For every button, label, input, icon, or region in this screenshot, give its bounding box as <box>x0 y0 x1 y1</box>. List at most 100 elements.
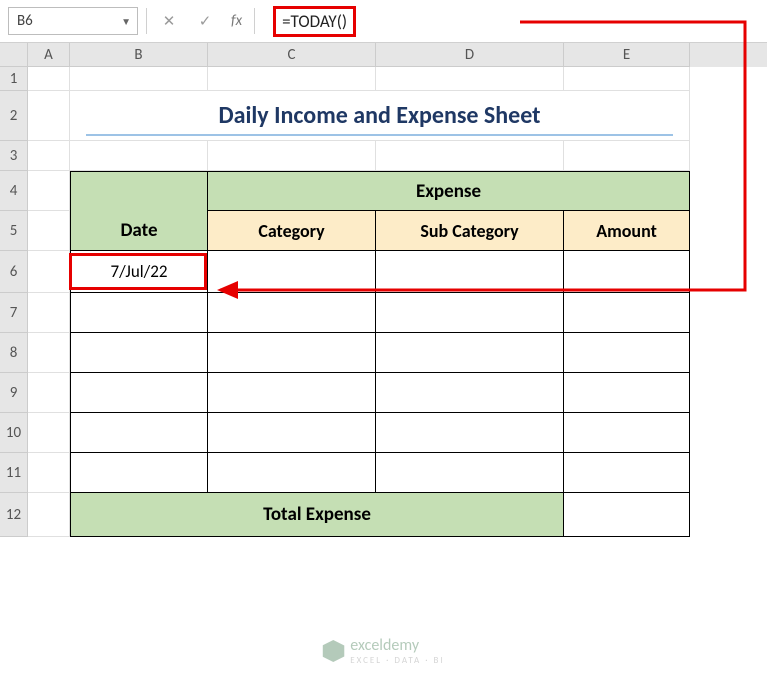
confirm-icon[interactable]: ✓ <box>191 8 219 34</box>
cell-C8[interactable] <box>208 333 376 373</box>
table-row: 1 <box>0 67 767 91</box>
cell-D11[interactable] <box>376 453 564 493</box>
cell-E12-total[interactable] <box>564 493 690 537</box>
cell-B10[interactable] <box>70 413 208 453</box>
table-row: 7 <box>0 293 767 333</box>
row-header-2[interactable]: 2 <box>0 91 28 141</box>
cell-B1[interactable] <box>70 67 208 91</box>
cell-C11[interactable] <box>208 453 376 493</box>
watermark-icon <box>322 640 344 662</box>
cell-E8[interactable] <box>564 333 690 373</box>
cell-A11[interactable] <box>28 453 70 493</box>
row-header-9[interactable]: 9 <box>0 373 28 413</box>
cell-E10[interactable] <box>564 413 690 453</box>
fx-label[interactable]: fx <box>227 12 246 30</box>
table-row: 3 <box>0 141 767 171</box>
col-header-A[interactable]: A <box>28 43 70 67</box>
cell-E9[interactable] <box>564 373 690 413</box>
cell-A12[interactable] <box>28 493 70 537</box>
row-header-8[interactable]: 8 <box>0 333 28 373</box>
header-amount[interactable]: Amount <box>564 211 690 251</box>
cell-E6[interactable] <box>564 251 690 293</box>
cell-A4[interactable] <box>28 171 70 211</box>
cell-D3[interactable] <box>376 141 564 171</box>
cell-B8[interactable] <box>70 333 208 373</box>
cell-C9[interactable] <box>208 373 376 413</box>
cell-B9[interactable] <box>70 373 208 413</box>
header-sub-category[interactable]: Sub Category <box>376 211 564 251</box>
header-amount-text: Amount <box>596 220 657 242</box>
cell-A8[interactable] <box>28 333 70 373</box>
watermark-brand: exceldemy <box>350 636 444 655</box>
cell-B7[interactable] <box>70 293 208 333</box>
cell-B3[interactable] <box>70 141 208 171</box>
table-row: 11 <box>0 453 767 493</box>
cell-D8[interactable] <box>376 333 564 373</box>
cell-D9[interactable] <box>376 373 564 413</box>
cell-C10[interactable] <box>208 413 376 453</box>
formula-input[interactable]: =TODAY() <box>263 6 366 36</box>
select-all-corner[interactable] <box>0 43 28 67</box>
name-box[interactable]: B6 ▼ <box>8 7 138 35</box>
col-header-E[interactable]: E <box>564 43 690 67</box>
header-expense[interactable]: Expense <box>208 171 690 211</box>
table-row: 8 <box>0 333 767 373</box>
header-date[interactable]: Date <box>70 211 208 251</box>
header-sub-category-text: Sub Category <box>420 220 518 242</box>
table-row: 6 7/Jul/22 <box>0 251 767 293</box>
header-category-text: Category <box>258 220 324 242</box>
table-row: 12 Total Expense <box>0 493 767 537</box>
cell-D6[interactable] <box>376 251 564 293</box>
dropdown-icon[interactable]: ▼ <box>121 15 131 28</box>
cell-A3[interactable] <box>28 141 70 171</box>
cell-C3[interactable] <box>208 141 376 171</box>
cell-E7[interactable] <box>564 293 690 333</box>
sheet-title[interactable]: Daily Income and Expense Sheet <box>70 91 690 141</box>
table-row: 9 <box>0 373 767 413</box>
cell-C1[interactable] <box>208 67 376 91</box>
col-header-D[interactable]: D <box>376 43 564 67</box>
cell-A7[interactable] <box>28 293 70 333</box>
title-underline <box>86 134 673 136</box>
row-header-5[interactable]: 5 <box>0 211 28 251</box>
cell-A9[interactable] <box>28 373 70 413</box>
spreadsheet-grid: A B C D E 1 2 Daily Income and Expense S… <box>0 43 767 537</box>
row-header-1[interactable]: 1 <box>0 67 28 91</box>
header-date-top[interactable] <box>70 171 208 211</box>
row-header-11[interactable]: 11 <box>0 453 28 493</box>
cell-B6[interactable]: 7/Jul/22 <box>70 251 208 293</box>
cancel-icon[interactable]: ✕ <box>155 8 183 34</box>
cell-E11[interactable] <box>564 453 690 493</box>
formula-value: =TODAY() <box>273 6 356 37</box>
table-row: 2 Daily Income and Expense Sheet <box>0 91 767 141</box>
cell-D10[interactable] <box>376 413 564 453</box>
sheet-title-text: Daily Income and Expense Sheet <box>219 101 541 130</box>
total-expense-label[interactable]: Total Expense <box>70 493 564 537</box>
cell-A5[interactable] <box>28 211 70 251</box>
row-header-6[interactable]: 6 <box>0 251 28 293</box>
separator <box>254 8 255 34</box>
formula-bar: B6 ▼ ✕ ✓ fx =TODAY() <box>0 0 767 43</box>
separator <box>146 8 147 34</box>
cell-C7[interactable] <box>208 293 376 333</box>
cell-D1[interactable] <box>376 67 564 91</box>
row-header-4[interactable]: 4 <box>0 171 28 211</box>
cell-A10[interactable] <box>28 413 70 453</box>
name-box-value: B6 <box>17 12 33 30</box>
header-category[interactable]: Category <box>208 211 376 251</box>
col-header-C[interactable]: C <box>208 43 376 67</box>
cell-D7[interactable] <box>376 293 564 333</box>
row-header-10[interactable]: 10 <box>0 413 28 453</box>
row-header-12[interactable]: 12 <box>0 493 28 537</box>
row-header-3[interactable]: 3 <box>0 141 28 171</box>
cell-A6[interactable] <box>28 251 70 293</box>
cell-C6[interactable] <box>208 251 376 293</box>
cell-E3[interactable] <box>564 141 690 171</box>
row-header-7[interactable]: 7 <box>0 293 28 333</box>
col-header-B[interactable]: B <box>70 43 208 67</box>
cell-A2[interactable] <box>28 91 70 141</box>
cell-B11[interactable] <box>70 453 208 493</box>
cell-E1[interactable] <box>564 67 690 91</box>
header-date-text: Date <box>120 219 157 242</box>
cell-A1[interactable] <box>28 67 70 91</box>
